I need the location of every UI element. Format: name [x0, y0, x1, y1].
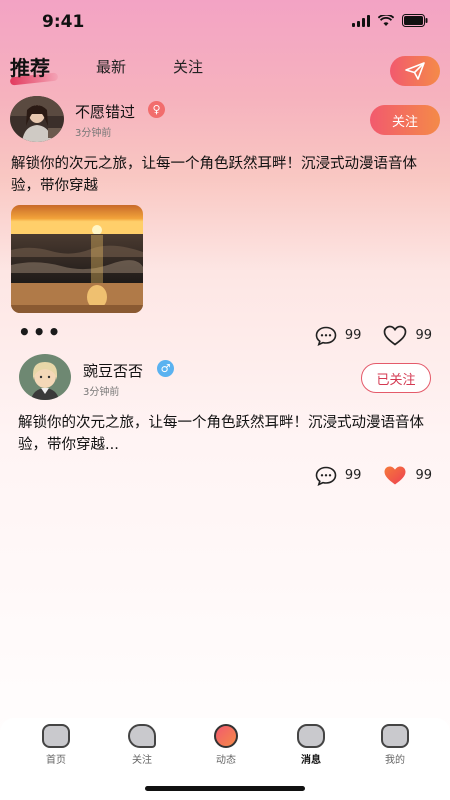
- like-button[interactable]: 99: [383, 325, 432, 346]
- comment-count: 99: [344, 328, 362, 343]
- signal-icon: [352, 14, 370, 27]
- follow-button[interactable]: 关注: [370, 105, 440, 135]
- feed-tabs: 推荐 最新 关注: [0, 50, 450, 90]
- nav-label: 消息: [301, 755, 321, 766]
- post-text: 解锁你的次元之旅，让每一个角色跃然耳畔！沉浸式动漫语音体验，带你穿越: [11, 156, 417, 194]
- following-button[interactable]: 已关注: [361, 363, 431, 393]
- heart-filled-icon: [384, 466, 406, 485]
- nav-follow[interactable]: 关注: [112, 724, 172, 766]
- heart-outline-icon: [384, 325, 407, 346]
- post-time: 3分钟前: [83, 387, 120, 398]
- tab-recommend[interactable]: 推荐: [10, 52, 50, 81]
- male-icon: ♂: [157, 360, 174, 377]
- feed-icon: [214, 724, 238, 748]
- status-time: 9:41: [42, 12, 85, 32]
- paper-plane-icon: [405, 62, 425, 80]
- username[interactable]: 豌豆否否: [83, 360, 143, 381]
- tab-latest[interactable]: 最新: [96, 56, 126, 77]
- follow-icon: [128, 724, 156, 748]
- wifi-icon: [378, 14, 394, 27]
- avatar[interactable]: [19, 354, 71, 400]
- profile-icon: [381, 724, 409, 748]
- comment-icon: [315, 326, 337, 346]
- comment-button[interactable]: 99: [315, 326, 362, 346]
- nav-label: 首页: [46, 755, 66, 766]
- post-actions: 99 99: [293, 465, 432, 486]
- nav-label: 关注: [132, 755, 152, 766]
- comment-button[interactable]: 99: [315, 466, 362, 486]
- post-actions: 99 99: [293, 325, 432, 346]
- post-image[interactable]: [11, 205, 143, 313]
- comment-count: 99: [344, 468, 362, 483]
- comment-icon: [315, 466, 337, 486]
- nav-feed[interactable]: 动态: [196, 724, 256, 766]
- like-count: 99: [415, 468, 432, 483]
- message-icon: [297, 724, 325, 748]
- nav-profile[interactable]: 我的: [365, 724, 425, 766]
- home-icon: [42, 724, 70, 748]
- tab-following[interactable]: 关注: [173, 56, 203, 77]
- more-options-icon[interactable]: •••: [18, 322, 62, 342]
- nav-label: 我的: [385, 755, 405, 766]
- status-bar: 9:41: [0, 0, 450, 44]
- like-button[interactable]: 99: [383, 465, 432, 486]
- nav-home[interactable]: 首页: [26, 724, 86, 766]
- status-icons: [352, 14, 428, 27]
- nav-messages[interactable]: 消息: [281, 724, 341, 766]
- username[interactable]: 不愿错过: [75, 101, 135, 122]
- battery-icon: [402, 14, 428, 27]
- nav-label: 动态: [216, 755, 236, 766]
- post-time: 3分钟前: [75, 128, 112, 139]
- avatar[interactable]: [10, 96, 64, 142]
- female-icon: ♀: [148, 101, 165, 118]
- like-count: 99: [415, 328, 432, 343]
- post-text: 解锁你的次元之旅，让每一个角色跃然耳畔！沉浸式动漫语音体验，带你穿越...: [18, 415, 424, 453]
- home-indicator: [145, 786, 305, 791]
- publish-button[interactable]: [390, 56, 440, 86]
